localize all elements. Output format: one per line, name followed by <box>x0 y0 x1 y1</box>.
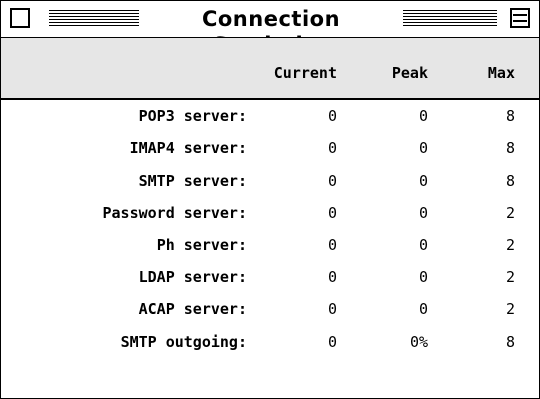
max-value: 8 <box>505 107 515 125</box>
max-value: 2 <box>505 236 515 254</box>
max-value: 2 <box>505 268 515 286</box>
stats-row-pop3: POP3 server: 0 0 8 <box>1 102 539 130</box>
peak-value: 0% <box>409 333 428 351</box>
row-label: POP3 server: <box>138 107 247 125</box>
close-box-icon[interactable] <box>10 8 30 28</box>
peak-value: 0 <box>418 172 428 190</box>
title-bar[interactable]: Connection Statistics <box>1 1 539 57</box>
max-value: 8 <box>505 139 515 157</box>
row-label: ACAP server: <box>138 300 247 318</box>
stats-row-smtp-outgoing: SMTP outgoing: 0 0% 8 <box>1 328 539 356</box>
current-value: 0 <box>327 139 337 157</box>
title-bar-stripes-left <box>49 10 139 28</box>
peak-value: 0 <box>418 107 428 125</box>
row-label: IMAP4 server: <box>129 139 247 157</box>
row-label: Password server: <box>102 204 248 222</box>
current-value: 0 <box>327 333 337 351</box>
current-value: 0 <box>327 172 337 190</box>
title-bar-stripes-right <box>403 10 497 28</box>
column-header-max: Max <box>487 64 515 82</box>
peak-value: 0 <box>418 268 428 286</box>
current-value: 0 <box>327 107 337 125</box>
current-value: 0 <box>327 268 337 286</box>
stats-row-ph: Ph server: 0 0 2 <box>1 231 539 259</box>
max-value: 2 <box>505 300 515 318</box>
stats-row-smtp: SMTP server: 0 0 8 <box>1 167 539 195</box>
max-value: 8 <box>505 172 515 190</box>
row-label: SMTP outgoing: <box>120 333 247 351</box>
stats-row-acap: ACAP server: 0 0 2 <box>1 295 539 323</box>
zoom-box-icon[interactable] <box>510 8 530 28</box>
column-header-peak: Peak <box>391 64 428 82</box>
current-value: 0 <box>327 300 337 318</box>
peak-value: 0 <box>418 236 428 254</box>
stats-row-ldap: LDAP server: 0 0 2 <box>1 263 539 291</box>
max-value: 2 <box>505 204 515 222</box>
max-value: 8 <box>505 333 515 351</box>
stats-row-imap4: IMAP4 server: 0 0 8 <box>1 134 539 162</box>
column-header-band: Current Peak Max <box>1 38 539 100</box>
current-value: 0 <box>327 236 337 254</box>
stats-row-password: Password server: 0 0 2 <box>1 199 539 227</box>
column-header-current: Current <box>273 64 337 82</box>
row-label: LDAP server: <box>138 268 247 286</box>
current-value: 0 <box>327 204 337 222</box>
peak-value: 0 <box>418 300 428 318</box>
peak-value: 0 <box>418 139 428 157</box>
row-label: SMTP server: <box>138 172 247 190</box>
peak-value: 0 <box>418 204 428 222</box>
connection-statistics-window: Connection Statistics Current Peak Max P… <box>0 0 540 399</box>
row-label: Ph server: <box>156 236 247 254</box>
